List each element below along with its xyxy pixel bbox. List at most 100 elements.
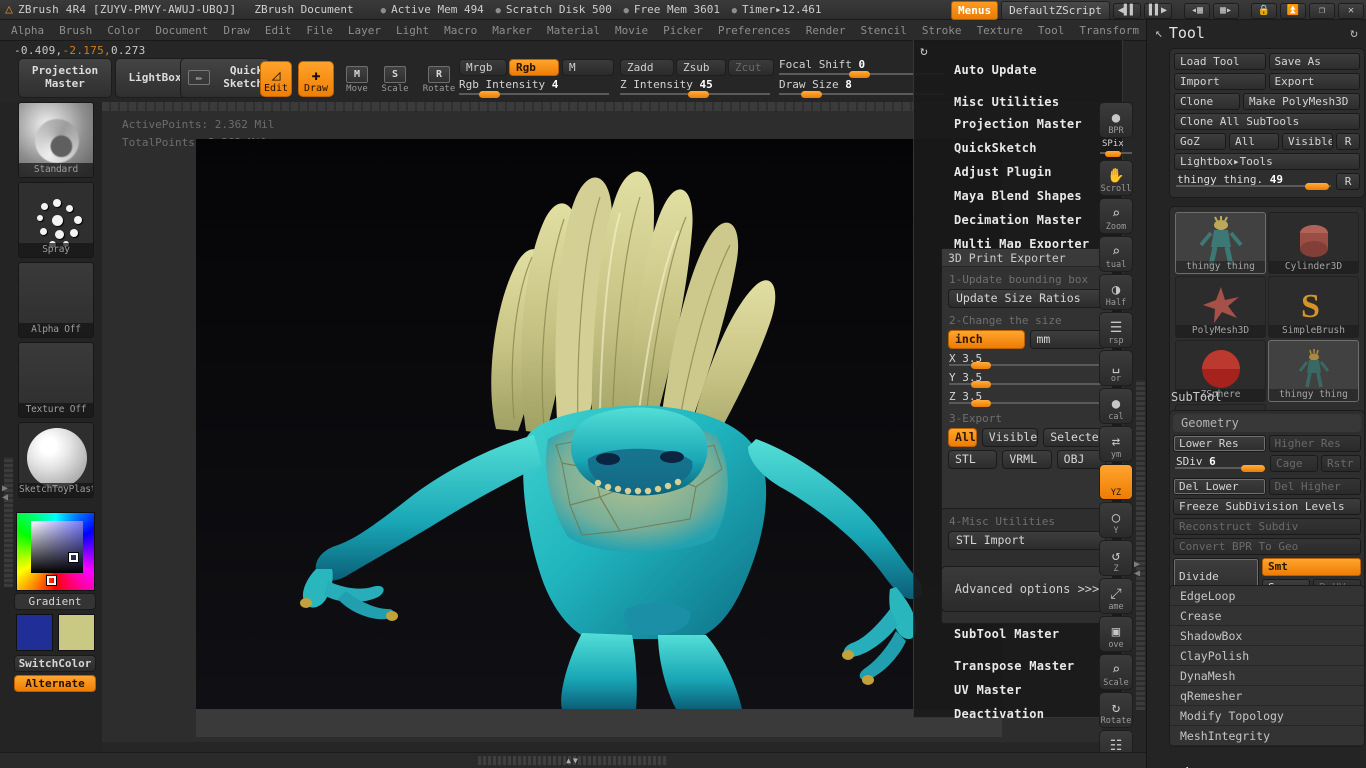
- color-picker[interactable]: [16, 512, 95, 591]
- geometry-section-crease[interactable]: Crease: [1170, 606, 1364, 626]
- menu-item-brush[interactable]: Brush: [52, 22, 99, 39]
- vtool-scroll[interactable]: ✋ Scroll: [1099, 160, 1133, 196]
- goz-all-button[interactable]: All: [1229, 133, 1279, 150]
- quick-sketch-button[interactable]: ✏ Quick Sketch: [180, 58, 270, 98]
- next-window-button[interactable]: ▦▸: [1213, 2, 1239, 19]
- alpha-thumbnail[interactable]: Alpha Off: [18, 262, 94, 338]
- prev-window-button[interactable]: ◂▦: [1184, 2, 1210, 19]
- geometry-title[interactable]: Geometry: [1173, 414, 1361, 432]
- advanced-options-button[interactable]: Advanced options >>>: [941, 566, 1113, 612]
- smt-button[interactable]: Smt: [1262, 558, 1361, 576]
- zplugin-item-auto-update[interactable]: Auto Update: [914, 60, 1124, 80]
- del-higher-button[interactable]: Del Higher: [1268, 478, 1361, 495]
- export-visible-button[interactable]: Visible: [981, 428, 1039, 447]
- vtool-xsym[interactable]: ⇄ ym: [1099, 426, 1133, 462]
- slider-knob[interactable]: [849, 71, 870, 78]
- slider-knob[interactable]: [971, 381, 991, 388]
- del-lower-button[interactable]: Del Lower: [1173, 478, 1266, 495]
- tool-grid-item[interactable]: thingy thing: [1175, 212, 1266, 274]
- current-tool-slider[interactable]: thingy thing. 49: [1174, 173, 1333, 190]
- cage-button[interactable]: Cage: [1270, 455, 1318, 472]
- lower-res-button[interactable]: Lower Res: [1173, 435, 1266, 452]
- menu-item-picker[interactable]: Picker: [656, 22, 710, 39]
- make-polymesh3d-button[interactable]: Make PolyMesh3D: [1243, 93, 1360, 110]
- document-canvas[interactable]: [196, 139, 1002, 737]
- projection-master-button[interactable]: Projection Master: [18, 58, 112, 98]
- geometry-section-dynamesh[interactable]: DynaMesh: [1170, 666, 1364, 686]
- menu-item-marker[interactable]: Marker: [485, 22, 539, 39]
- zplugin-item-maya-blend-shapes[interactable]: Maya Blend Shapes: [914, 186, 1124, 206]
- geometry-section-meshintegrity[interactable]: MeshIntegrity: [1170, 726, 1364, 746]
- vtool-scale[interactable]: ⌕ Scale: [1099, 654, 1133, 690]
- rotate-mode-button[interactable]: R Rotate: [418, 62, 460, 94]
- sculpt-model-viewport[interactable]: [196, 139, 1002, 709]
- hue-marker[interactable]: [47, 576, 56, 585]
- zplugin-item-decimation-master[interactable]: Decimation Master: [914, 210, 1124, 230]
- menu-item-tool[interactable]: Tool: [1031, 22, 1072, 39]
- zplugin-item-deactivation[interactable]: Deactivation: [914, 704, 1124, 724]
- switch-color-button[interactable]: SwitchColor: [14, 655, 96, 672]
- rgb-intensity-slider[interactable]: Rgb Intensity 4: [459, 78, 609, 98]
- menu-item-macro[interactable]: Macro: [437, 22, 484, 39]
- import-button[interactable]: Import: [1174, 73, 1266, 90]
- tool-grid-item[interactable]: S SimpleBrush: [1268, 276, 1359, 338]
- next-brush-button[interactable]: ▌▌▶: [1143, 2, 1172, 19]
- vtool-rotate[interactable]: ↻ Rotate: [1099, 692, 1133, 728]
- alternate-button[interactable]: Alternate: [14, 675, 96, 692]
- vtool-half[interactable]: ◑ Half: [1099, 274, 1133, 310]
- left-tray-scroll-handle[interactable]: [4, 457, 13, 587]
- unit-mm-button[interactable]: mm: [1029, 330, 1106, 349]
- zadd-toggle[interactable]: Zadd: [620, 59, 674, 76]
- convert-bpr-button[interactable]: Convert BPR To Geo: [1173, 538, 1361, 555]
- vtool-bpr[interactable]: ● BPR: [1099, 102, 1133, 138]
- print-exporter-panel[interactable]: 3D Print Exporter 1-Update bounding box …: [941, 248, 1113, 516]
- vtool-local[interactable]: ● cal: [1099, 388, 1133, 424]
- texture-thumbnail[interactable]: Texture Off: [18, 342, 94, 418]
- back-arrow-icon[interactable]: ↖: [1155, 26, 1163, 41]
- freeze-subdivision-button[interactable]: Freeze SubDivision Levels: [1173, 498, 1361, 515]
- stl-import-button[interactable]: STL Import: [948, 531, 1106, 550]
- slider-knob[interactable]: [688, 91, 709, 98]
- restore-button[interactable]: ❐: [1309, 2, 1335, 19]
- refresh-icon[interactable]: ↻: [920, 44, 928, 59]
- reconstruct-subdiv-button[interactable]: Reconstruct Subdiv: [1173, 518, 1361, 535]
- size-y-slider[interactable]: Y 3.5: [949, 371, 1105, 388]
- geometry-section-claypolish[interactable]: ClayPolish: [1170, 646, 1364, 666]
- left-tray-arrow-icon[interactable]: ▶ ◀: [2, 484, 8, 503]
- zsub-toggle[interactable]: Zsub: [676, 59, 726, 76]
- color-picker-marker[interactable]: [69, 553, 78, 562]
- vtool-y[interactable]: ○ Y: [1099, 502, 1133, 538]
- edit-mode-button[interactable]: ◿ Edit: [260, 61, 292, 97]
- goz-r-button[interactable]: R: [1336, 133, 1360, 150]
- zplugin-item-projection-master[interactable]: Projection Master: [914, 114, 1124, 134]
- zplugin-item-adjust-plugin[interactable]: Adjust Plugin: [914, 162, 1124, 182]
- refresh-icon[interactable]: ↻: [1350, 26, 1358, 41]
- zcut-toggle[interactable]: Zcut: [728, 59, 774, 76]
- draw-mode-button[interactable]: ✚ Draw: [298, 61, 334, 97]
- mrgb-toggle[interactable]: Mrgb: [459, 59, 507, 76]
- geometry-section-qremesher[interactable]: qRemesher: [1170, 686, 1364, 706]
- zplugin-item-uv-master[interactable]: UV Master: [914, 680, 1124, 700]
- menu-item-texture[interactable]: Texture: [970, 22, 1030, 39]
- update-size-ratios-button[interactable]: Update Size Ratios: [948, 289, 1106, 308]
- rgb-toggle[interactable]: Rgb: [509, 59, 559, 76]
- brush-thumbnail[interactable]: Standard: [18, 102, 94, 178]
- export-all-button[interactable]: All: [948, 428, 977, 447]
- menu-item-alpha[interactable]: Alpha: [4, 22, 51, 39]
- zscript-button[interactable]: DefaultZScript: [1001, 1, 1110, 20]
- stroke-thumbnail[interactable]: Spray: [18, 182, 94, 258]
- export-button[interactable]: Export: [1268, 73, 1360, 90]
- menu-item-movie[interactable]: Movie: [608, 22, 655, 39]
- color-picker-gradient[interactable]: [31, 521, 83, 573]
- menu-item-preferences[interactable]: Preferences: [711, 22, 798, 39]
- slider-knob[interactable]: [1105, 151, 1121, 157]
- menus-button[interactable]: Menus: [951, 1, 999, 20]
- slider-knob[interactable]: [1305, 183, 1329, 190]
- secondary-color-swatch[interactable]: [58, 614, 95, 651]
- export-stl-button[interactable]: STL: [948, 450, 998, 469]
- tool-grid-item[interactable]: PolyMesh3D: [1175, 276, 1266, 338]
- subtool-section-label[interactable]: SubTool: [1161, 390, 1222, 404]
- tool-reset-button[interactable]: R: [1336, 173, 1360, 190]
- save-as-button[interactable]: Save As: [1268, 53, 1360, 70]
- lock-icon[interactable]: 🔒: [1251, 2, 1277, 19]
